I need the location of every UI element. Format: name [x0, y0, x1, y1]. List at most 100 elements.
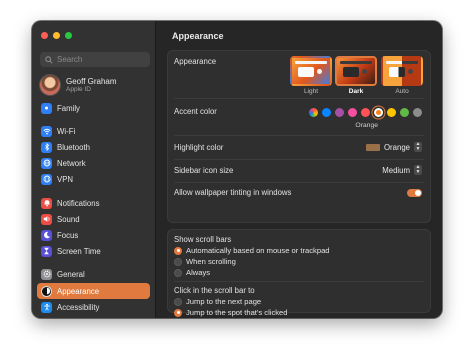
profile-subtitle: Apple ID — [66, 85, 91, 93]
profile-name: Geoff Graham — [66, 76, 117, 86]
sidebar-item-screen-time[interactable]: Screen Time — [37, 243, 150, 259]
accent-swatch-yellow[interactable] — [387, 108, 396, 117]
accent-swatch-purple[interactable] — [335, 108, 344, 117]
click-scroll-bar-label: Click in the scroll bar to — [174, 286, 255, 295]
sidebar-item-notifications[interactable]: Notifications — [37, 195, 150, 211]
accent-swatch-blue[interactable] — [322, 108, 331, 117]
radio-button[interactable] — [174, 297, 182, 306]
apple-id-profile[interactable]: Geoff Graham Apple ID — [40, 75, 117, 95]
divider — [174, 159, 424, 160]
radio-label: When scrolling — [186, 257, 236, 266]
scroll-bar-settings-group: Show scroll bars Automatically based on … — [167, 229, 431, 317]
vpn-icon — [41, 173, 52, 185]
family-icon: ● — [41, 102, 52, 114]
wallpaper-tinting-toggle[interactable] — [407, 189, 422, 197]
radio-button[interactable] — [174, 257, 182, 266]
scroll-bars-option-always[interactable]: Always — [174, 268, 210, 277]
sidebar-item-wifi[interactable]: Wi-Fi — [37, 123, 150, 139]
sidebar-item-network[interactable]: Network — [37, 155, 150, 171]
scroll-bars-option-automatic[interactable]: Automatically based on mouse or trackpad — [174, 246, 330, 255]
bell-icon — [41, 197, 52, 209]
radio-button[interactable] — [174, 268, 182, 277]
scroll-click-option-spot-clicked[interactable]: Jump to the spot that's clicked — [174, 308, 288, 317]
sidebar-item-family[interactable]: ● Family — [37, 100, 150, 116]
accessibility-icon — [41, 301, 52, 313]
search-input[interactable] — [57, 55, 147, 64]
network-icon — [41, 157, 52, 169]
appearance-icon — [41, 285, 52, 297]
sidebar-icon-size-value: Medium — [382, 165, 410, 175]
accent-color-swatches — [309, 108, 422, 117]
accent-swatch-graphite[interactable] — [413, 108, 422, 117]
sidebar-item-label: Screen Time — [57, 246, 101, 256]
accent-color-label: Accent color — [174, 107, 217, 116]
appearance-option-label: Light — [303, 88, 319, 95]
radio-label: Jump to the next page — [186, 297, 262, 306]
appearance-label: Appearance — [174, 57, 217, 66]
main-panel: Appearance Appearance Light Dark Auto Ac… — [156, 21, 442, 318]
sidebar-icon-size-popup[interactable]: Medium ▲ ▼ — [382, 165, 422, 175]
sidebar-item-label: Bluetooth — [57, 142, 90, 152]
sidebar-item-accessibility[interactable]: Accessibility — [37, 299, 150, 315]
sidebar-item-label: Sound — [57, 214, 80, 224]
dark-theme-thumbnail — [335, 56, 377, 86]
radio-button[interactable] — [174, 308, 182, 317]
accent-swatch-orange[interactable] — [374, 108, 383, 117]
minimize-button[interactable] — [53, 32, 60, 39]
highlight-color-value: Orange — [383, 142, 410, 152]
sidebar-item-sound[interactable]: Sound — [37, 211, 150, 227]
sidebar-item-label: Network — [57, 158, 86, 168]
gear-icon — [41, 268, 52, 280]
search-icon — [45, 55, 53, 64]
window-controls — [41, 32, 72, 39]
divider — [174, 135, 424, 136]
chevron-updown-icon: ▲ ▼ — [414, 141, 422, 152]
divider — [174, 281, 424, 282]
light-theme-thumbnail — [290, 56, 332, 86]
search-field[interactable] — [40, 52, 150, 67]
highlight-color-chip — [365, 143, 380, 151]
appearance-option-light[interactable]: Light — [290, 56, 332, 95]
sidebar-item-label: VPN — [57, 174, 74, 184]
appearance-option-label: Auto — [395, 88, 409, 95]
accent-swatch-pink[interactable] — [348, 108, 357, 117]
sidebar-item-label: General — [57, 269, 85, 279]
wallpaper-tinting-label: Allow wallpaper tinting in windows — [174, 188, 292, 197]
wifi-icon — [41, 125, 52, 137]
divider — [174, 182, 424, 183]
sidebar-item-appearance[interactable]: Appearance — [37, 283, 150, 299]
appearance-option-dark[interactable]: Dark — [335, 56, 377, 95]
accent-swatch-green[interactable] — [400, 108, 409, 117]
accent-swatch-multicolor[interactable] — [309, 108, 318, 117]
bluetooth-icon — [41, 141, 52, 153]
speaker-icon — [41, 213, 52, 225]
radio-button[interactable] — [174, 246, 182, 255]
sidebar-item-bluetooth[interactable]: Bluetooth — [37, 139, 150, 155]
highlight-color-label: Highlight color — [174, 143, 224, 152]
sidebar-item-general[interactable]: General — [37, 266, 150, 282]
appearance-option-label: Dark — [348, 88, 364, 95]
radio-label: Always — [186, 268, 211, 277]
sidebar-item-focus[interactable]: Focus — [37, 227, 150, 243]
scroll-bars-option-when-scrolling[interactable]: When scrolling — [174, 257, 236, 266]
sidebar-item-vpn[interactable]: VPN — [37, 171, 150, 187]
zoom-button[interactable] — [65, 32, 72, 39]
auto-theme-thumbnail — [381, 56, 423, 86]
accent-selected-label: Orange — [355, 122, 378, 129]
sidebar-icon-size-label: Sidebar icon size — [174, 166, 234, 175]
highlight-color-popup[interactable]: Orange ▲ ▼ — [365, 141, 422, 152]
sidebar: Geoff Graham Apple ID ● Family Wi-Fi Blu… — [32, 21, 156, 318]
show-scroll-bars-label: Show scroll bars — [174, 235, 232, 244]
divider — [174, 98, 424, 99]
accent-swatch-red[interactable] — [361, 108, 370, 117]
avatar — [40, 75, 60, 95]
appearance-option-auto[interactable]: Auto — [381, 56, 423, 95]
close-button[interactable] — [41, 32, 48, 39]
sidebar-item-label: Wi-Fi — [57, 126, 76, 136]
scroll-click-option-next-page[interactable]: Jump to the next page — [174, 297, 261, 306]
sidebar-item-label: Focus — [57, 230, 79, 240]
radio-label: Jump to the spot that's clicked — [186, 308, 288, 317]
radio-label: Automatically based on mouse or trackpad — [186, 246, 330, 255]
page-title: Appearance — [172, 31, 224, 41]
hourglass-icon — [41, 245, 52, 257]
